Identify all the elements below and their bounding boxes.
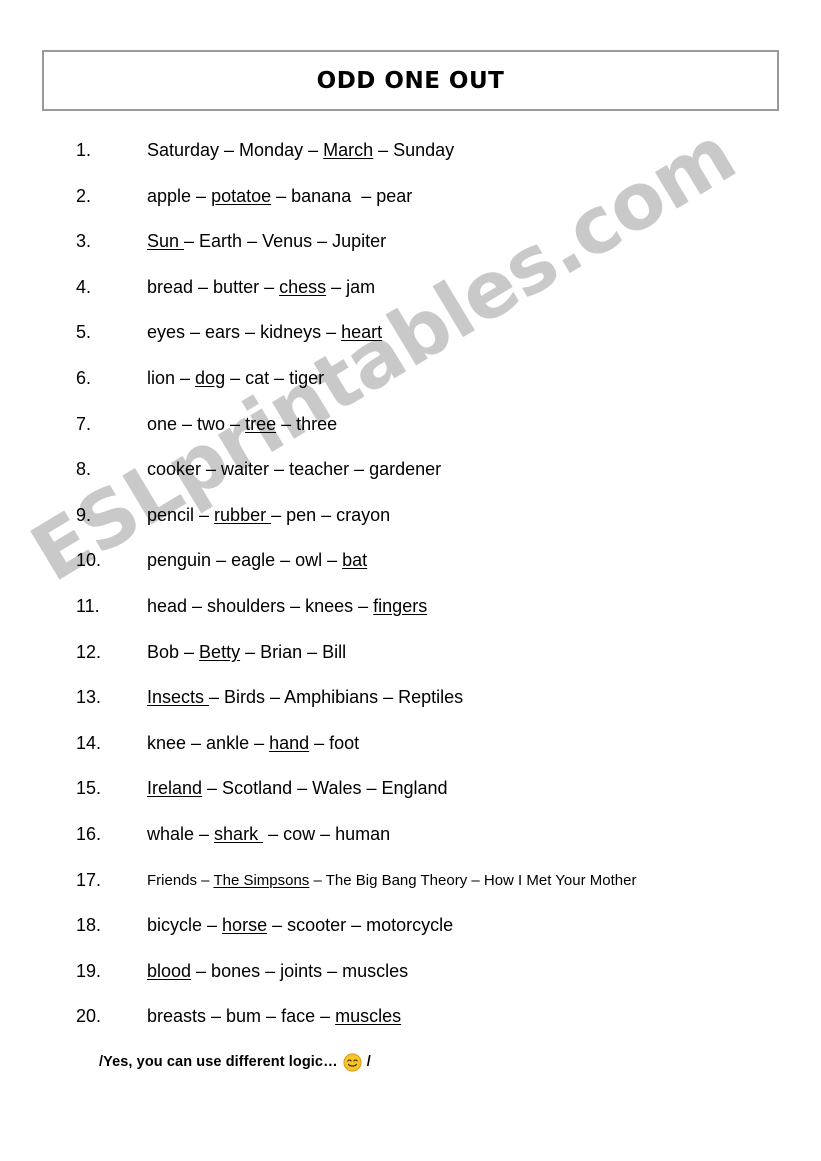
list-item: 4. bread – butter – chess – jam [0, 276, 821, 322]
list-item: 17. Friends – The Simpsons – The Big Bang… [0, 869, 821, 915]
list-item: 16. whale – shark – cow – human [0, 823, 821, 869]
item-words: head – shoulders – knees – fingers [147, 595, 428, 616]
item-words: Insects – Birds – Amphibians – Reptiles [147, 687, 464, 708]
list-item: 19. blood – bones – joints – muscles [0, 960, 821, 1006]
list-item: 15. Ireland – Scotland – Wales – England [0, 777, 821, 823]
item-words: cooker – waiter – teacher – gardener [147, 459, 442, 480]
item-number: 20. [76, 1006, 102, 1027]
list-item: 1. Saturday – Monday – March – Sunday [0, 139, 821, 185]
item-number: 1. [76, 140, 92, 160]
page-title: ODD ONE OUT [316, 67, 505, 94]
item-number: 13. [76, 687, 102, 708]
item-words: eyes – ears – kidneys – heart [147, 322, 383, 343]
item-number: 18. [76, 915, 102, 936]
title-box: ODD ONE OUT [42, 50, 779, 111]
list-item: 13. Insects – Birds – Amphibians – Reptil… [0, 686, 821, 732]
item-words: Bob – Betty – Brian – Bill [147, 641, 347, 662]
item-number: 4. [76, 276, 92, 297]
item-words: penguin – eagle – owl – bat [147, 550, 368, 571]
footer-note: /Yes, you can use different logic… / [99, 1052, 371, 1072]
item-number: 15. [76, 778, 102, 799]
list-item: 3. Sun – Earth – Venus – Jupiter [0, 230, 821, 276]
footer-note-suffix: / [366, 1054, 371, 1070]
item-words: lion – dog – cat – tiger [147, 367, 325, 388]
item-number: 14. [76, 732, 102, 753]
list-item: 8. cooker – waiter – teacher – gardener [0, 458, 821, 504]
item-words: Saturday – Monday – March – Sunday [147, 140, 455, 160]
worksheet-page: ODD ONE OUT 1. Saturday – Monday – March … [0, 0, 821, 1161]
list-item: 12. Bob – Betty – Brian – Bill [0, 641, 821, 687]
item-number: 9. [76, 504, 92, 525]
list-item: 7. one – two – tree – three [0, 413, 821, 459]
smiling-face-with-smiling-eyes-emoji [343, 1052, 362, 1072]
item-words: whale – shark – cow – human [147, 823, 391, 844]
footer-note-text: /Yes, you can use different logic… [99, 1054, 338, 1070]
item-words: apple – potatoe – banana – pear [147, 185, 413, 206]
item-words: pencil – rubber – pen – crayon [147, 504, 391, 525]
list-item: 11. head – shoulders – knees – fingers [0, 595, 821, 641]
exercise-list: 1. Saturday – Monday – March – Sunday 2. ap… [0, 139, 821, 1051]
item-number: 6. [76, 367, 92, 388]
item-number: 10. [76, 550, 102, 571]
item-words: blood – bones – joints – muscles [147, 960, 409, 981]
item-words: bread – butter – chess – jam [147, 276, 376, 297]
item-words: one – two – tree – three [147, 413, 338, 434]
list-item: 2. apple – potatoe – banana – pear [0, 185, 821, 231]
item-number: 17. [76, 869, 102, 890]
item-number: 11. [76, 595, 100, 616]
list-item: 20. breasts – bum – face – muscles [0, 1005, 821, 1051]
list-item: 18. bicycle – horse – scooter – motorcycl… [0, 914, 821, 960]
list-item: 14. knee – ankle – hand – foot [0, 732, 821, 778]
item-number: 7. [76, 413, 92, 434]
item-number: 2. [76, 185, 92, 206]
list-item: 6. lion – dog – cat – tiger [0, 367, 821, 413]
item-words: Ireland – Scotland – Wales – England [147, 778, 448, 799]
item-number: 12. [76, 641, 102, 662]
item-number: 3. [76, 231, 92, 252]
item-number: 19. [76, 960, 102, 981]
item-number: 16. [76, 823, 102, 844]
list-item: 9. pencil – rubber – pen – crayon [0, 504, 821, 550]
item-number: 5. [76, 322, 92, 343]
item-words: Friends – The Simpsons – The Big Bang Th… [147, 871, 637, 889]
item-words: Sun – Earth – Venus – Jupiter [147, 231, 387, 252]
item-number: 8. [76, 459, 92, 480]
item-words: knee – ankle – hand – foot [147, 732, 360, 753]
item-words: breasts – bum – face – muscles [147, 1006, 402, 1027]
list-item: 5. eyes – ears – kidneys – heart [0, 321, 821, 367]
item-words: bicycle – horse – scooter – motorcycle [147, 915, 454, 936]
list-item: 10. penguin – eagle – owl – bat [0, 549, 821, 595]
